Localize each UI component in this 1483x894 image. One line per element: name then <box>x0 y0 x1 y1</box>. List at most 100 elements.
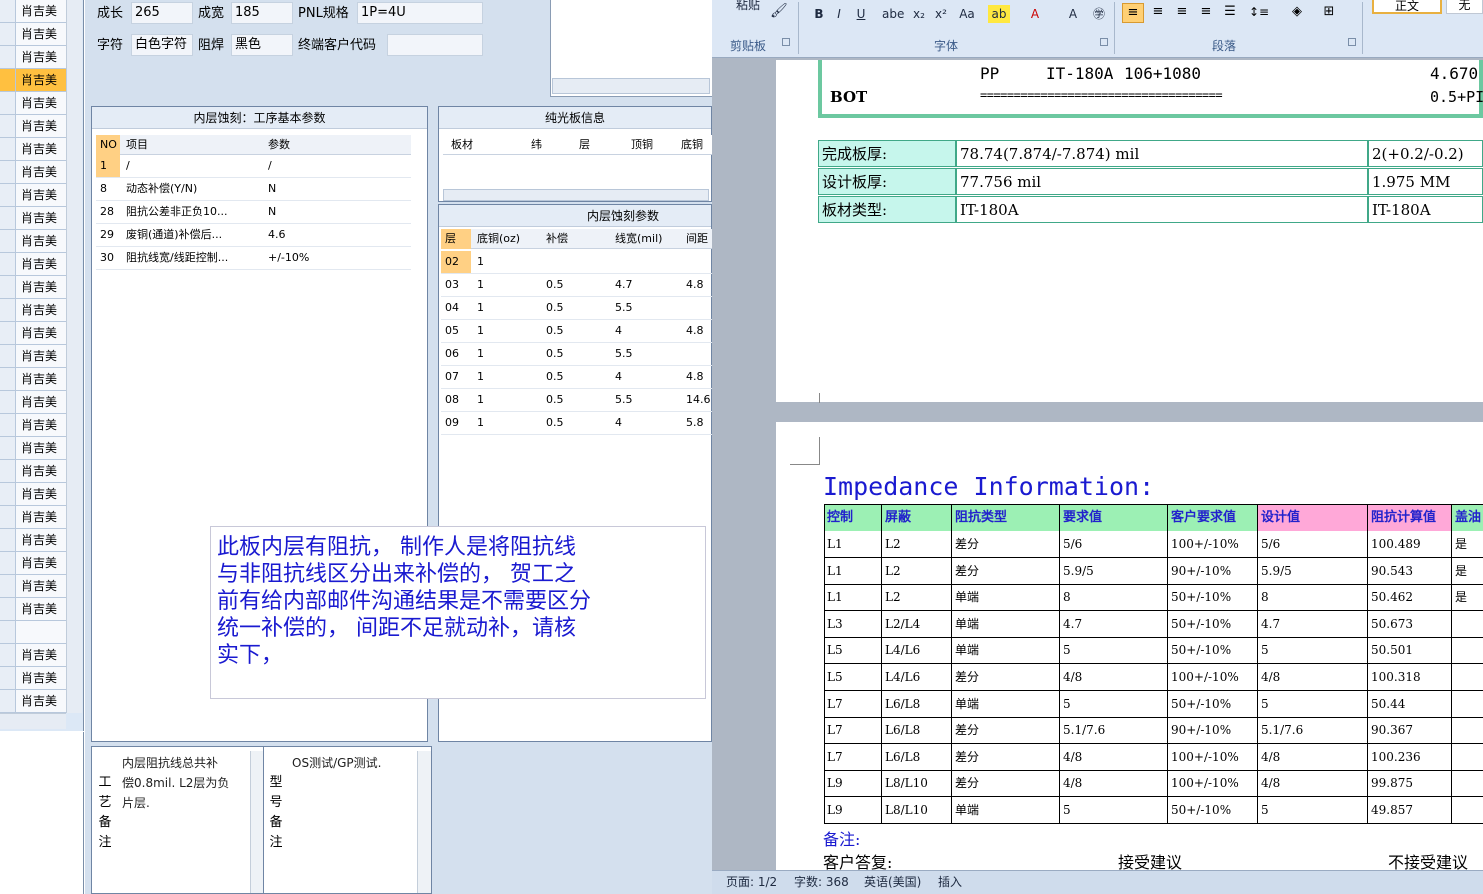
underline-button[interactable]: U <box>850 5 872 23</box>
char-field[interactable]: 白色字符 <box>131 34 193 56</box>
paragraph-launcher-icon[interactable] <box>1348 38 1356 46</box>
char-shading-button[interactable]: A <box>1062 5 1084 23</box>
process-remark-text[interactable]: 内层阻抗线总共补 偿0.8mil. L2层为负 片层. <box>122 753 250 813</box>
name-list-item[interactable]: 肖吉美 <box>0 161 66 184</box>
table-row[interactable]: 03 1 0.5 4.7 4.8 <box>441 274 713 297</box>
distribute-button[interactable]: ☰ <box>1220 3 1240 23</box>
name-list-item[interactable]: 肖吉美 <box>0 322 66 345</box>
style-no-spacing[interactable]: 无 <box>1446 0 1483 14</box>
width-field[interactable]: 185 <box>231 2 293 24</box>
line-spacing-button[interactable]: ↕≡ <box>1244 3 1274 23</box>
name-list-item[interactable]: 肖吉美 <box>0 575 66 598</box>
highlight-button[interactable]: ab <box>988 5 1010 23</box>
name-list-item[interactable]: 肖吉美 <box>0 368 66 391</box>
name-list-item[interactable]: 肖吉美 <box>0 69 66 92</box>
table-row[interactable]: 06 1 0.5 5.5 <box>441 343 713 366</box>
table-row[interactable]: 28 阻抗公差非正负10... N <box>96 201 411 224</box>
name-list-item[interactable]: 肖吉美 <box>0 0 66 23</box>
superscript-button[interactable]: x² <box>930 5 952 23</box>
etch-cell: 1 <box>477 347 484 360</box>
model-remark-text[interactable]: OS测试/GP测试. <box>292 753 416 773</box>
table-row[interactable]: 1 / / <box>96 155 411 178</box>
name-list-item[interactable]: 肖吉美 <box>0 230 66 253</box>
name-list-item[interactable]: 肖吉美 <box>0 690 66 713</box>
table-row[interactable]: 8 动态补偿(Y/N) N <box>96 178 411 201</box>
name-list-item[interactable]: 肖吉美 <box>0 253 66 276</box>
name-list-item[interactable]: 肖吉美 <box>0 391 66 414</box>
name-list-item[interactable]: 肖吉美 <box>0 437 66 460</box>
customer-code-field[interactable] <box>387 34 483 56</box>
justify-button[interactable]: ≡ <box>1196 3 1216 23</box>
name-text: 肖吉美 <box>16 276 66 298</box>
name-text: 肖吉美 <box>16 506 66 528</box>
name-list-item[interactable] <box>0 621 66 644</box>
name-list-item[interactable]: 肖吉美 <box>0 552 66 575</box>
name-list-item[interactable]: 肖吉美 <box>0 207 66 230</box>
impedance-cell: L9 <box>824 797 882 823</box>
italic-button[interactable]: I <box>828 5 850 23</box>
strikethrough-button[interactable]: abe <box>882 5 904 23</box>
impedance-cell <box>1452 691 1483 717</box>
insert-mode[interactable]: 插入 <box>938 871 962 894</box>
align-left-button[interactable]: ≡ <box>1122 3 1144 23</box>
name-list-item[interactable]: 肖吉美 <box>0 644 66 667</box>
table-row[interactable]: 07 1 0.5 4 4.8 <box>441 366 713 389</box>
length-field[interactable]: 265 <box>131 2 193 24</box>
name-list-item[interactable]: 肖吉美 <box>0 667 66 690</box>
name-list-vertical-scrollbar[interactable] <box>66 0 82 713</box>
plain-board-scrollbar[interactable] <box>443 189 709 201</box>
shading-button[interactable]: ◈ <box>1282 3 1312 23</box>
font-launcher-icon[interactable] <box>1100 38 1108 46</box>
name-list-horizontal-scrollbar[interactable] <box>0 713 66 729</box>
name-list-item[interactable]: 肖吉美 <box>0 506 66 529</box>
font-color-button[interactable]: A <box>1024 5 1046 23</box>
name-list-item[interactable]: 肖吉美 <box>0 460 66 483</box>
clipboard-launcher-icon[interactable] <box>782 38 790 46</box>
table-row[interactable]: 08 1 0.5 5.5 14.6 <box>441 389 713 412</box>
mask-field[interactable]: 黑色 <box>231 34 293 56</box>
format-painter-icon[interactable]: 🖌 <box>770 2 788 20</box>
name-list-item[interactable]: 肖吉美 <box>0 529 66 552</box>
name-text: 肖吉美 <box>16 253 66 275</box>
align-right-button[interactable]: ≡ <box>1172 3 1192 23</box>
subscript-button[interactable]: x₂ <box>908 5 930 23</box>
style-normal[interactable]: 正文 <box>1372 0 1442 14</box>
change-case-button[interactable]: Aa <box>956 5 978 23</box>
impedance-cell: 99.875 <box>1368 770 1452 797</box>
name-list-item[interactable]: 肖吉美 <box>0 345 66 368</box>
name-list-item[interactable]: 肖吉美 <box>0 414 66 437</box>
impedance-row: L3 L2/L4 单端 4.7 50+/-10% 4.7 50.673 <box>824 610 1483 638</box>
table-row[interactable]: 29 废铜(通道)补偿后... 4.6 <box>96 224 411 247</box>
impedance-cell: L7 <box>824 717 882 744</box>
enclose-char-button[interactable]: ㊫ <box>1088 5 1110 23</box>
name-list-item[interactable]: 肖吉美 <box>0 299 66 322</box>
name-list-item[interactable]: 肖吉美 <box>0 483 66 506</box>
border-button[interactable]: ⊞ <box>1314 3 1344 23</box>
top-right-horizontal-scrollbar[interactable] <box>552 78 710 94</box>
name-list-item[interactable]: 肖吉美 <box>0 23 66 46</box>
pnl-field[interactable]: 1P=4U <box>357 2 483 24</box>
name-list-item[interactable]: 肖吉美 <box>0 184 66 207</box>
name-list-item[interactable]: 肖吉美 <box>0 138 66 161</box>
table-row[interactable]: 05 1 0.5 4 4.8 <box>441 320 713 343</box>
page-count[interactable]: 页面: 1/2 <box>726 871 777 894</box>
name-list-item[interactable]: 肖吉美 <box>0 46 66 69</box>
model-remark-scrollbar[interactable] <box>417 751 431 893</box>
table-row[interactable]: 04 1 0.5 5.5 <box>441 297 713 320</box>
bold-button[interactable]: B <box>808 5 830 23</box>
align-center-button[interactable]: ≡ <box>1148 3 1168 23</box>
pp-material: IT-180A <box>1046 64 1114 83</box>
process-remark-scrollbar[interactable] <box>250 751 264 893</box>
name-list-item[interactable]: 肖吉美 <box>0 115 66 138</box>
impedance-row: L5 L4/L6 差分 4/8 100+/-10% 4/8 100.318 <box>824 664 1483 691</box>
table-row[interactable]: 02 1 <box>441 251 713 274</box>
language-indicator[interactable]: 英语(美国) <box>864 871 921 894</box>
table-row[interactable]: 09 1 0.5 4 5.8 <box>441 412 713 435</box>
word-count[interactable]: 字数: 368 <box>794 871 849 894</box>
name-list-item[interactable]: 肖吉美 <box>0 92 66 115</box>
paste-button[interactable]: 粘贴 <box>736 0 760 14</box>
header-material: 板材 <box>451 138 473 151</box>
table-row[interactable]: 30 阻抗线宽/线距控制... +/-10% <box>96 247 411 270</box>
name-list-item[interactable]: 肖吉美 <box>0 276 66 299</box>
name-list-item[interactable]: 肖吉美 <box>0 598 66 621</box>
